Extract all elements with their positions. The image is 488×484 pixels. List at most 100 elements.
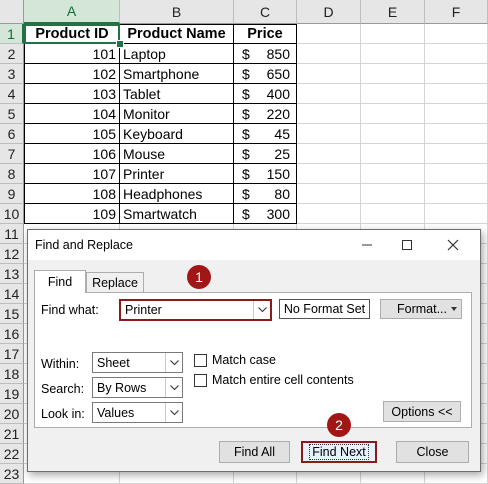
grid-cell[interactable] (425, 44, 488, 64)
dialog-titlebar[interactable]: Find and Replace (28, 230, 480, 260)
product-id-cell[interactable]: 108 (24, 184, 120, 204)
column-header-b[interactable]: B (120, 0, 234, 24)
grid-cell[interactable] (425, 124, 488, 144)
grid-cell[interactable] (425, 144, 488, 164)
maximize-icon[interactable] (387, 230, 427, 260)
close-button[interactable]: Close (396, 441, 469, 463)
grid-cell[interactable] (361, 44, 425, 64)
grid-cell[interactable] (425, 24, 488, 44)
fill-handle[interactable] (116, 40, 124, 48)
close-icon[interactable] (433, 230, 473, 260)
price-cell[interactable]: $400 (234, 84, 297, 104)
row-header-13[interactable]: 13 (0, 264, 24, 284)
product-id-cell[interactable]: 104 (24, 104, 120, 124)
table-header-cell[interactable]: Price (234, 24, 297, 44)
price-cell[interactable]: $220 (234, 104, 297, 124)
grid-cell[interactable] (425, 164, 488, 184)
row-header-4[interactable]: 4 (0, 84, 24, 104)
price-cell[interactable]: $850 (234, 44, 297, 64)
row-header-7[interactable]: 7 (0, 144, 24, 164)
product-name-cell[interactable]: Mouse (120, 144, 234, 164)
row-header-22[interactable]: 22 (0, 444, 24, 464)
grid-cell[interactable] (425, 204, 488, 224)
product-id-cell[interactable]: 102 (24, 64, 120, 84)
grid-cell[interactable] (297, 104, 361, 124)
price-cell[interactable]: $45 (234, 124, 297, 144)
column-header-f[interactable]: F (425, 0, 488, 24)
row-header-9[interactable]: 9 (0, 184, 24, 204)
grid-cell[interactable] (297, 124, 361, 144)
grid-cell[interactable] (297, 44, 361, 64)
chevron-down-icon[interactable] (165, 403, 182, 422)
row-header-23[interactable]: 23 (0, 464, 24, 484)
format-button[interactable]: Format... (380, 299, 462, 319)
search-select[interactable]: By Rows (92, 377, 183, 398)
price-cell[interactable]: $650 (234, 64, 297, 84)
tab-find[interactable]: Find (34, 270, 86, 293)
grid-cell[interactable] (361, 24, 425, 44)
grid-cell[interactable] (425, 64, 488, 84)
row-header-14[interactable]: 14 (0, 284, 24, 304)
price-cell[interactable]: $25 (234, 144, 297, 164)
column-header-e[interactable]: E (361, 0, 425, 24)
row-header-1[interactable]: 1 (0, 24, 24, 44)
table-header-cell[interactable]: Product ID (24, 24, 120, 44)
look-in-select[interactable]: Values (92, 402, 183, 423)
row-header-21[interactable]: 21 (0, 424, 24, 444)
row-header-15[interactable]: 15 (0, 304, 24, 324)
grid-cell[interactable] (297, 204, 361, 224)
table-header-cell[interactable]: Product Name (120, 24, 234, 44)
minimize-icon[interactable] (347, 230, 387, 260)
within-select[interactable]: Sheet (92, 352, 183, 373)
row-header-5[interactable]: 5 (0, 104, 24, 124)
select-all-corner[interactable] (0, 0, 24, 24)
find-all-button[interactable]: Find All (219, 441, 290, 463)
row-header-17[interactable]: 17 (0, 344, 24, 364)
row-header-19[interactable]: 19 (0, 384, 24, 404)
row-header-20[interactable]: 20 (0, 404, 24, 424)
product-id-cell[interactable]: 107 (24, 164, 120, 184)
product-id-cell[interactable]: 109 (24, 204, 120, 224)
column-header-d[interactable]: D (297, 0, 361, 24)
grid-cell[interactable] (361, 144, 425, 164)
grid-cell[interactable] (297, 64, 361, 84)
product-name-cell[interactable]: Laptop (120, 44, 234, 64)
grid-cell[interactable] (425, 104, 488, 124)
grid-cell[interactable] (297, 24, 361, 44)
tab-replace[interactable]: Replace (86, 272, 144, 294)
product-name-cell[interactable]: Printer (120, 164, 234, 184)
grid-cell[interactable] (425, 84, 488, 104)
options-button[interactable]: Options << (383, 401, 461, 422)
grid-cell[interactable] (425, 184, 488, 204)
product-id-cell[interactable]: 106 (24, 144, 120, 164)
product-id-cell[interactable]: 101 (24, 44, 120, 64)
product-name-cell[interactable]: Keyboard (120, 124, 234, 144)
grid-cell[interactable] (361, 204, 425, 224)
grid-cell[interactable] (297, 184, 361, 204)
row-header-10[interactable]: 10 (0, 204, 24, 224)
product-name-cell[interactable]: Monitor (120, 104, 234, 124)
row-header-16[interactable]: 16 (0, 324, 24, 344)
row-header-12[interactable]: 12 (0, 244, 24, 264)
row-header-18[interactable]: 18 (0, 364, 24, 384)
product-id-cell[interactable]: 105 (24, 124, 120, 144)
price-cell[interactable]: $300 (234, 204, 297, 224)
price-cell[interactable]: $80 (234, 184, 297, 204)
row-header-6[interactable]: 6 (0, 124, 24, 144)
grid-cell[interactable] (361, 164, 425, 184)
price-cell[interactable]: $150 (234, 164, 297, 184)
row-header-11[interactable]: 11 (0, 224, 24, 244)
chevron-down-icon[interactable] (253, 301, 270, 319)
column-header-c[interactable]: C (234, 0, 297, 24)
product-name-cell[interactable]: Headphones (120, 184, 234, 204)
grid-cell[interactable] (361, 104, 425, 124)
product-name-cell[interactable]: Smartwatch (120, 204, 234, 224)
row-header-8[interactable]: 8 (0, 164, 24, 184)
grid-cell[interactable] (297, 164, 361, 184)
grid-cell[interactable] (297, 144, 361, 164)
product-name-cell[interactable]: Tablet (120, 84, 234, 104)
chevron-down-icon[interactable] (165, 353, 182, 372)
chevron-down-icon[interactable] (165, 378, 182, 397)
grid-cell[interactable] (361, 64, 425, 84)
row-header-2[interactable]: 2 (0, 44, 24, 64)
